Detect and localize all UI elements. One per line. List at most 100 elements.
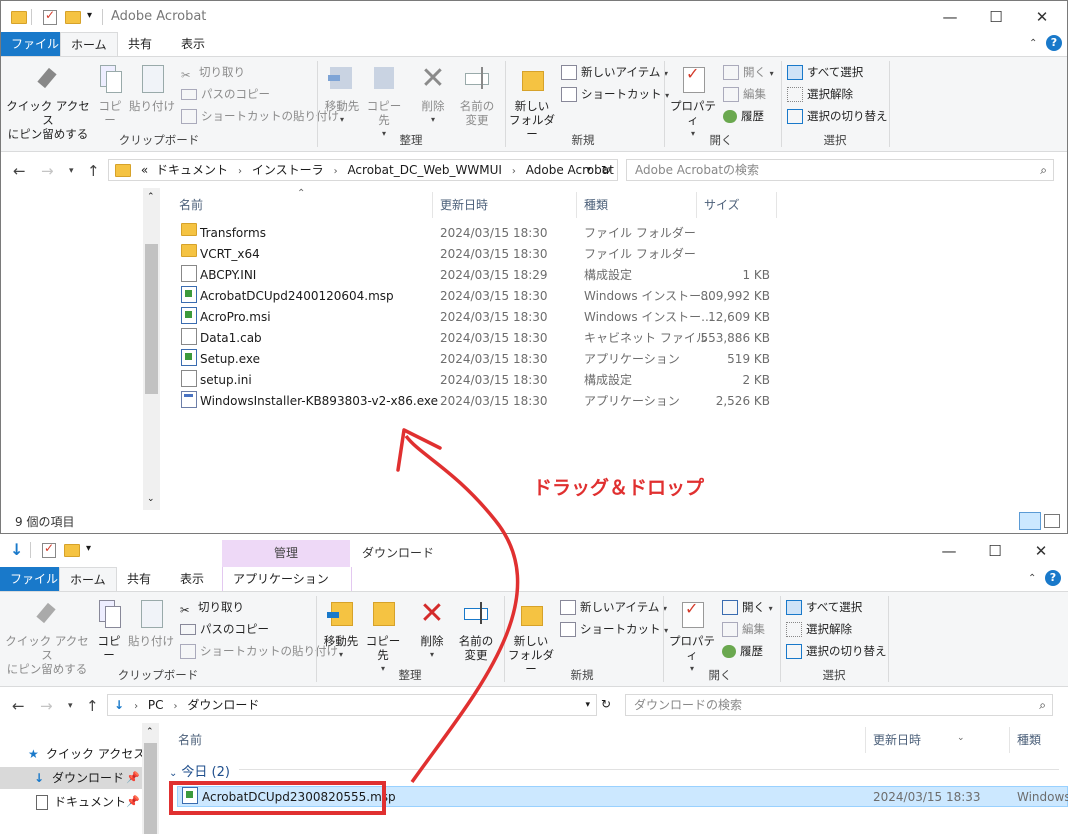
column-date-modified[interactable]: 更新日時 <box>873 727 921 753</box>
back-arrow-icon[interactable]: ← <box>12 697 25 715</box>
new-folder-quick-icon[interactable] <box>65 11 81 24</box>
move-to-button[interactable]: 移動先 ▾ <box>321 63 363 127</box>
breadcrumb-overflow[interactable]: « <box>141 160 148 180</box>
maximize-button[interactable]: ☐ <box>972 536 1018 566</box>
invert-selection-button[interactable]: 選択の切り替え <box>787 107 888 125</box>
minimize-button[interactable]: — <box>926 536 972 566</box>
new-folder-button[interactable]: 新しい フォルダー <box>506 598 556 676</box>
paste-button[interactable]: 貼り付け <box>129 63 175 113</box>
table-row[interactable]: WindowsInstaller-KB893803-v2-x86.exe 2024… <box>171 391 781 412</box>
column-size[interactable]: サイズ <box>704 192 740 218</box>
group-header-today[interactable]: ⌄ 今日 (2) <box>169 761 230 780</box>
new-item-button[interactable]: 新しいアイテム ▾ <box>561 63 668 81</box>
breadcrumb-installer[interactable]: インストーラ <box>252 160 324 180</box>
edit-button[interactable]: 編集 <box>722 620 765 638</box>
tab-view[interactable]: 表示 <box>170 567 214 591</box>
close-button[interactable]: ✕ <box>1019 1 1065 33</box>
delete-button[interactable]: ✕ 削除 ▾ <box>412 598 452 662</box>
tab-home[interactable]: ホーム <box>60 32 118 57</box>
up-arrow-icon[interactable]: ↑ <box>86 697 99 715</box>
column-type[interactable]: 種類 <box>584 192 608 218</box>
invert-selection-button[interactable]: 選択の切り替え <box>786 642 887 660</box>
context-tab-manage[interactable]: 管理 <box>222 540 350 568</box>
column-type[interactable]: 種類 <box>1017 727 1041 753</box>
table-row[interactable]: AcrobatDCUpd2300820555.msp 2024/03/15 18… <box>177 786 1068 807</box>
search-input[interactable]: Adobe Acrobatの検索 ⌕ <box>626 159 1054 181</box>
chevron-right-icon[interactable]: › <box>174 697 178 715</box>
properties-button[interactable]: ✓ プロパティ ▾ <box>667 63 719 141</box>
table-row[interactable]: AcrobatDCUpd2400120604.msp 2024/03/15 18:… <box>171 286 781 307</box>
collapse-ribbon-icon[interactable]: ⌃ <box>1029 38 1037 49</box>
large-icons-view-icon[interactable] <box>1044 514 1060 528</box>
properties-button[interactable]: ✓ プロパティ ▾ <box>666 598 718 676</box>
history-button[interactable]: 履歴 <box>722 642 763 660</box>
new-folder-quick-icon[interactable] <box>64 544 80 557</box>
recent-locations-chevron-icon[interactable]: ▾ <box>68 701 73 711</box>
cut-button[interactable]: ✂ 切り取り <box>181 63 245 82</box>
tab-application-tools[interactable]: アプリケーション ツール <box>222 567 352 610</box>
copy-to-button[interactable]: コピー先 ▾ <box>363 63 405 141</box>
open-button[interactable]: 開く ▾ <box>722 598 773 616</box>
paste-button[interactable]: 貼り付け <box>128 598 174 648</box>
column-date-modified[interactable]: 更新日時 <box>440 192 488 218</box>
breadcrumb-pc[interactable]: PC <box>148 695 164 715</box>
copy-button[interactable]: コピー <box>93 63 127 127</box>
breadcrumb-documents[interactable]: ドキュメント <box>156 160 228 180</box>
history-button[interactable]: 履歴 <box>723 107 764 125</box>
pin-icon[interactable]: 📌 <box>126 791 140 813</box>
table-row[interactable]: AcroPro.msi 2024/03/15 18:30 Windows インストー… <box>171 307 781 328</box>
column-name[interactable]: 名前 <box>178 727 202 753</box>
help-icon[interactable]: ? <box>1046 35 1062 51</box>
back-arrow-icon[interactable]: ← <box>13 162 26 180</box>
column-name[interactable]: 名前 <box>179 192 203 218</box>
tab-share[interactable]: 共有 <box>117 567 161 591</box>
table-row[interactable]: setup.ini 2024/03/15 18:30 構成設定 2 KB <box>171 370 781 391</box>
select-all-button[interactable]: すべて選択 <box>787 63 863 81</box>
properties-quick-icon[interactable]: ✓ <box>42 541 56 558</box>
table-row[interactable]: Transforms 2024/03/15 18:30 ファイル フォルダー <box>171 223 781 244</box>
tab-file[interactable]: ファイル <box>1 32 70 56</box>
tab-view[interactable]: 表示 <box>171 32 215 56</box>
details-view-icon[interactable] <box>1019 512 1041 530</box>
forward-arrow-icon[interactable]: → <box>40 697 53 715</box>
maximize-button[interactable]: ☐ <box>973 1 1019 33</box>
copy-path-button[interactable]: パスのコピー <box>181 85 270 103</box>
scrollbar-thumb[interactable] <box>145 244 158 394</box>
chevron-right-icon[interactable]: › <box>512 162 516 180</box>
breadcrumb-acrobat-dc[interactable]: Acrobat_DC_Web_WWMUI <box>347 160 501 180</box>
close-button[interactable]: ✕ <box>1018 536 1064 566</box>
move-to-button[interactable]: 移動先 ▾ <box>320 598 362 662</box>
select-none-button[interactable]: 選択解除 <box>786 620 852 638</box>
breadcrumb-downloads[interactable]: ダウンロード <box>187 695 259 715</box>
pin-quick-access-button[interactable]: クイック アクセス にピン留めする <box>4 598 90 676</box>
up-arrow-icon[interactable]: ↑ <box>87 162 100 180</box>
nav-documents[interactable]: ドキュメント 📌 <box>0 791 142 813</box>
address-bar[interactable]: « ドキュメント › インストーラ › Acrobat_DC_Web_WWMUI › … <box>108 159 618 181</box>
forward-arrow-icon[interactable]: → <box>41 162 54 180</box>
open-button[interactable]: 開く ▾ <box>723 63 774 81</box>
table-row[interactable]: Setup.exe 2024/03/15 18:30 アプリケーション 519 KB <box>171 349 781 370</box>
recent-locations-chevron-icon[interactable]: ▾ <box>69 166 74 176</box>
pin-icon[interactable]: 📌 <box>126 767 140 789</box>
copy-to-button[interactable]: コピー先 ▾ <box>362 598 404 676</box>
address-history-chevron-icon[interactable]: ▾ <box>585 695 590 715</box>
rename-button[interactable]: 名前の 変更 <box>454 598 498 662</box>
chevron-right-icon[interactable]: › <box>334 162 338 180</box>
navigation-scrollbar[interactable]: ⌃ <box>142 723 159 834</box>
copy-path-button[interactable]: パスのコピー <box>180 620 269 638</box>
properties-quick-icon[interactable]: ✓ <box>43 8 57 25</box>
easy-access-button[interactable]: ショートカット ▾ <box>560 620 668 638</box>
tab-file[interactable]: ファイル <box>0 567 69 591</box>
chevron-right-icon[interactable]: › <box>134 697 138 715</box>
scrollbar-thumb[interactable] <box>144 743 157 834</box>
nav-downloads[interactable]: ↓ ダウンロード 📌 <box>0 767 142 789</box>
table-row[interactable]: VCRT_x64 2024/03/15 18:30 ファイル フォルダー <box>171 244 781 265</box>
tab-share[interactable]: 共有 <box>118 32 162 56</box>
nav-quick-access[interactable]: ★ クイック アクセス <box>0 743 145 765</box>
collapse-ribbon-icon[interactable]: ⌃ <box>1028 573 1036 584</box>
refresh-icon[interactable]: ↻ <box>601 697 611 711</box>
minimize-button[interactable]: — <box>927 1 973 33</box>
address-history-chevron-icon[interactable]: ▾ <box>586 160 591 180</box>
table-row[interactable]: Data1.cab 2024/03/15 18:30 キャビネット ファイル 553,… <box>171 328 781 349</box>
scroll-up-arrow-icon[interactable]: ⌃ <box>147 192 155 202</box>
